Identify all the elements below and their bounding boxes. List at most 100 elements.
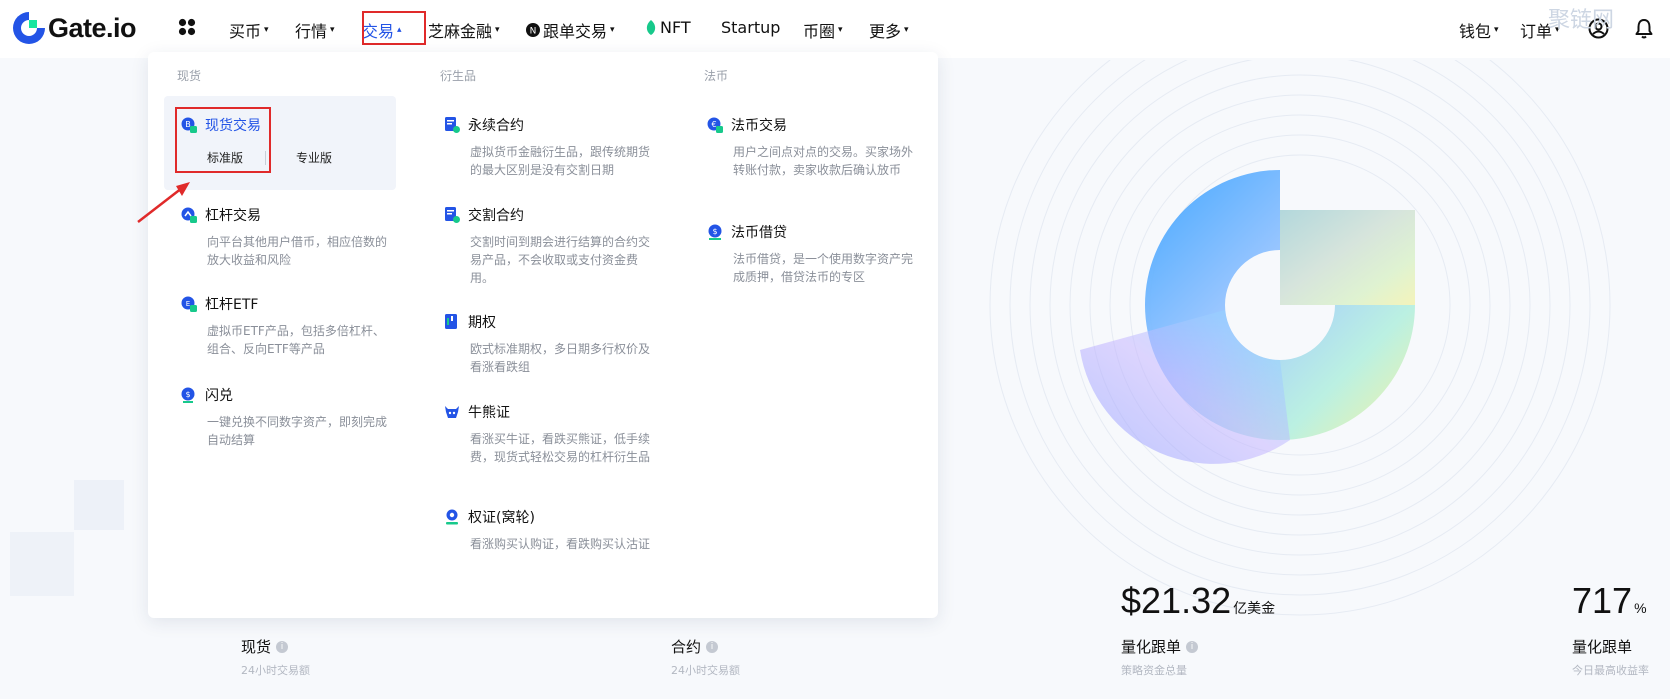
- stat-label-text: 量化跟单: [1121, 638, 1182, 656]
- menu-item-fiat-trading[interactable]: € 法币交易 用户之间点对点的交易。买家场外转账付款，卖家收款后确认放币: [707, 115, 917, 179]
- chevron-down-icon: ▾: [610, 25, 615, 35]
- info-icon[interactable]: i: [276, 640, 289, 653]
- nav-startup[interactable]: Startup: [721, 18, 780, 37]
- nav-finance[interactable]: 芝麻金融 ▾: [428, 18, 500, 42]
- background-rings: [989, 60, 1611, 616]
- nav-buy-crypto[interactable]: 买币 ▾: [229, 18, 269, 42]
- menu-item-delivery-futures[interactable]: 交割合约 交割时间到期会进行结算的合约交易产品，不会收取或支付资金费用。: [444, 205, 654, 287]
- menu-item-description: 用户之间点对点的交易。买家场外转账付款，卖家收款后确认放币: [733, 145, 914, 177]
- decorative-square: [74, 480, 124, 530]
- nav-label: 买币: [229, 22, 262, 41]
- perpetual-futures-icon: [445, 117, 460, 133]
- menu-item-description: 法币借贷，是一个使用数字资产完成质押，借贷法币的专区: [733, 252, 914, 284]
- stat-quant-yield-value: 717%: [1572, 580, 1647, 622]
- chevron-down-icon: ▾: [904, 25, 909, 35]
- column-title-fiat: 法币: [704, 69, 729, 83]
- copy-trading-icon: N: [526, 23, 540, 37]
- delivery-futures-icon: [445, 207, 460, 223]
- gate-logo-icon: [13, 12, 45, 44]
- stat-unit: %: [1634, 600, 1647, 616]
- svg-text:N: N: [530, 27, 537, 37]
- nav-label: 币圈: [803, 22, 836, 41]
- menu-item-perpetual-futures[interactable]: 永续合约 虚拟货币金融衍生品，跟传统期货的最大区别是没有交割日期: [444, 115, 654, 179]
- stat-label-text: 合约: [671, 638, 702, 656]
- svg-text:E: E: [186, 300, 190, 308]
- menu-item-cbbc[interactable]: 牛熊证 看涨买牛证，看跌买熊证，低手续费，现货式轻松交易的杠杆衍生品: [444, 402, 654, 466]
- nav-nft[interactable]: NFT: [645, 18, 691, 37]
- stat-label-text: 现货: [241, 638, 272, 656]
- chevron-down-icon: ▾: [330, 25, 335, 35]
- highlight-box: [175, 107, 271, 173]
- trade-dropdown-menu: 现货 衍生品 法币 B 现货交易 标准版 专业版 杠杆交易 向平台其他用户借币，…: [148, 52, 938, 618]
- leaf-icon: [646, 20, 656, 35]
- menu-item-fiat-loan[interactable]: $ 法币借贷 法币借贷，是一个使用数字资产完成质押，借贷法币的专区: [707, 222, 917, 286]
- top-navigation-bar: Gate.io 买币 ▾ 行情 ▾ 交易 ▴ 芝麻金融 ▾ N 跟单交易 ▾ NFT St…: [0, 0, 1670, 58]
- menu-item-title: 法币借贷: [731, 225, 787, 241]
- stat-spot-sub: 24小时交易额: [241, 664, 310, 677]
- wallet-label: 钱包: [1459, 22, 1492, 41]
- nav-more[interactable]: 更多 ▾: [869, 18, 909, 42]
- stat-value-number: 717: [1572, 580, 1633, 621]
- chevron-down-icon: ▾: [264, 25, 269, 35]
- column-title-derivatives: 衍生品: [440, 69, 477, 83]
- menu-item-title: 权证(窝轮): [468, 510, 535, 526]
- chevron-down-icon: ▾: [1494, 25, 1499, 35]
- nav-label: Startup: [721, 18, 781, 37]
- menu-item-description: 看涨买牛证，看跌买熊证，低手续费，现货式轻松交易的杠杆衍生品: [470, 432, 651, 464]
- apps-grid-icon[interactable]: [178, 18, 196, 36]
- nav-copy-trading[interactable]: N 跟单交易 ▾: [526, 18, 615, 42]
- menu-item-title: 杠杆交易: [205, 208, 261, 224]
- bull-bear-icon: [445, 406, 459, 418]
- stat-quant-yield-sub: 今日最高收益率: [1572, 664, 1649, 677]
- chevron-down-icon: ▾: [495, 25, 500, 35]
- menu-item-description: 交割时间到期会进行结算的合约交易产品，不会收取或支付资金费用。: [470, 235, 651, 285]
- menu-item-warrants[interactable]: 权证(窝轮) 看涨购买认购证，看跌购买认沽证: [444, 507, 654, 553]
- menu-item-description: 虚拟币ETF产品，包括多倍杠杆、组合、反向ETF等产品: [207, 324, 385, 356]
- svg-text:$: $: [712, 227, 717, 236]
- stat-quant-fund-label: 量化跟单 i: [1121, 636, 1199, 657]
- tab-pro[interactable]: 专业版: [296, 149, 332, 166]
- svg-text:€: €: [711, 120, 716, 129]
- stat-value-number: $21.32: [1121, 580, 1232, 621]
- menu-item-description: 向平台其他用户借币，相应倍数的放大收益和风险: [207, 235, 388, 267]
- watermark: 聚链网: [1548, 8, 1615, 33]
- annotation-arrow: [137, 182, 190, 223]
- menu-item-title: 期权: [468, 315, 496, 331]
- stat-futures-label: 合约 i: [671, 636, 719, 657]
- warrant-icon: [446, 509, 458, 525]
- menu-item-leveraged-etf[interactable]: E 杠杆ETF 虚拟币ETF产品，包括多倍杠杆、组合、反向ETF等产品: [181, 294, 391, 358]
- menu-item-title: 交割合约: [468, 208, 524, 224]
- menu-item-swap[interactable]: $ 闪兑 一键兑换不同数字资产，即刻完成自动结算: [181, 385, 391, 449]
- nav-label: 行情: [295, 22, 328, 41]
- nav-markets[interactable]: 行情 ▾: [295, 18, 335, 42]
- nav-community[interactable]: 币圈 ▾: [803, 18, 843, 42]
- stat-futures-sub: 24小时交易额: [671, 664, 740, 677]
- notification-bell-icon[interactable]: [1635, 18, 1653, 39]
- nav-label: NFT: [660, 18, 691, 37]
- nav-wallet[interactable]: 钱包 ▾: [1459, 18, 1499, 42]
- menu-item-margin-trading[interactable]: 杠杆交易 向平台其他用户借币，相应倍数的放大收益和风险: [181, 205, 391, 269]
- svg-text:$: $: [185, 390, 190, 399]
- stat-label-text: 量化跟单: [1572, 638, 1633, 656]
- menu-item-options[interactable]: 期权 欧式标准期权，多日期多行权价及看涨看跌组: [444, 312, 654, 376]
- stat-quant-yield-label: 量化跟单: [1572, 636, 1632, 657]
- fiat-trading-icon: €: [707, 117, 723, 133]
- nav-label: 芝麻金融: [428, 22, 493, 41]
- highlight-box: [362, 11, 426, 45]
- stat-unit: 亿美金: [1233, 600, 1276, 616]
- menu-item-title: 牛熊证: [468, 405, 510, 421]
- column-title-spot: 现货: [177, 69, 202, 83]
- menu-item-title: 杠杆ETF: [205, 297, 259, 313]
- gate-logo[interactable]: Gate.io: [12, 10, 137, 46]
- menu-item-description: 虚拟货币金融衍生品，跟传统期货的最大区别是没有交割日期: [470, 145, 651, 177]
- swap-icon: $: [181, 387, 195, 403]
- info-icon[interactable]: i: [706, 640, 719, 653]
- fiat-loan-icon: $: [708, 224, 722, 240]
- menu-item-description: 欧式标准期权，多日期多行权价及看涨看跌组: [470, 342, 651, 374]
- stat-spot-label: 现货 i: [241, 636, 289, 657]
- decorative-square: [10, 532, 74, 596]
- menu-item-title: 闪兑: [205, 388, 233, 404]
- info-icon[interactable]: i: [1186, 640, 1199, 653]
- menu-item-description: 一键兑换不同数字资产，即刻完成自动结算: [207, 415, 388, 447]
- menu-item-title: 永续合约: [468, 118, 524, 134]
